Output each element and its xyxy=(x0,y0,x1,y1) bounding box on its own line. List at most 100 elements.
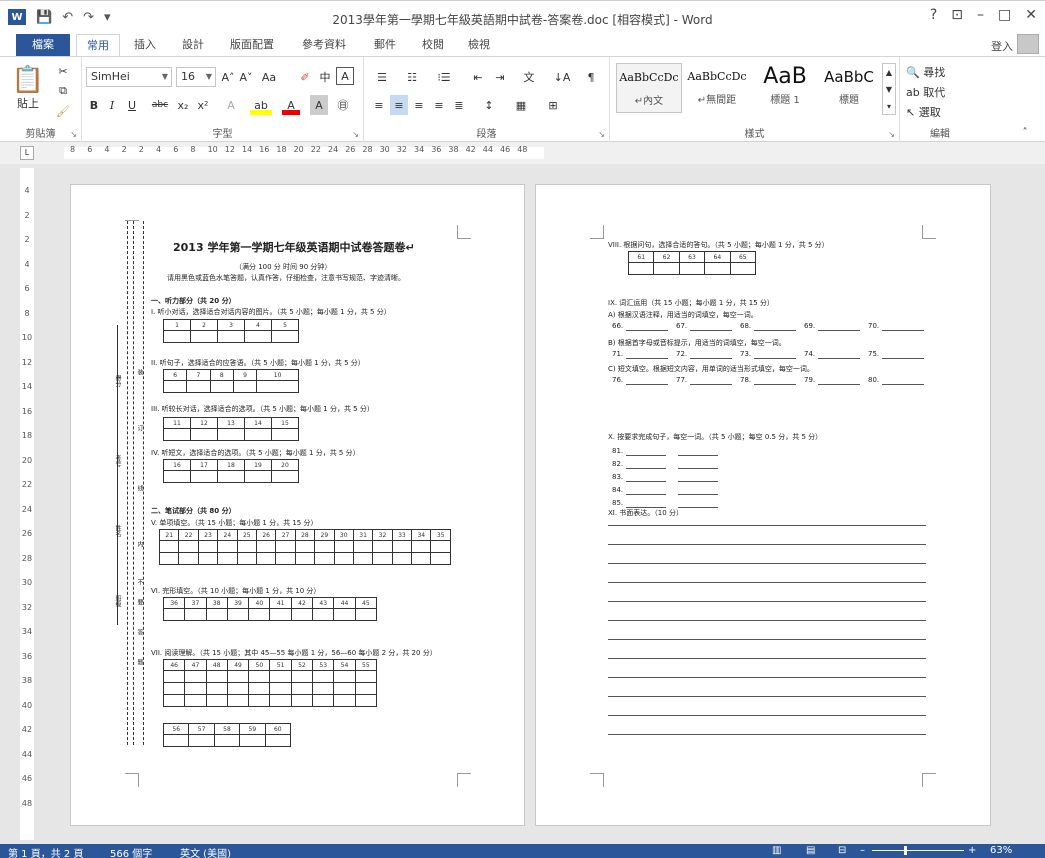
grow-font-button[interactable]: A˄ xyxy=(220,67,236,87)
line-spacing-button[interactable]: ↕ xyxy=(478,95,500,115)
collapse-ribbon-icon[interactable]: ˄ xyxy=(1018,125,1032,139)
answer-cell xyxy=(354,694,378,707)
cut-icon[interactable]: ✂ xyxy=(54,63,72,79)
zoom-in-button[interactable]: + xyxy=(968,845,976,856)
find-button[interactable]: 🔍 尋找 xyxy=(906,63,945,81)
print-layout-icon[interactable]: ▤ xyxy=(806,845,815,856)
asian-layout-button[interactable]: 文 xyxy=(516,67,542,87)
paste-button[interactable]: 📋 貼上 xyxy=(10,61,46,115)
bullets-button[interactable]: ☰ xyxy=(370,67,394,87)
paragraph-launcher-icon[interactable]: ↘ xyxy=(598,130,605,139)
show-marks-button[interactable]: ¶ xyxy=(582,67,600,87)
character-border-button[interactable]: A xyxy=(336,67,354,85)
horizontal-ruler[interactable]: L 8 6 4 2 2 4 6 8 10 12 14 16 18 20 22 24 26 28 30 32 34 36 38… xyxy=(0,142,1045,164)
blank-line xyxy=(626,330,668,331)
subscript-button[interactable]: x₂ xyxy=(174,95,192,115)
question-number-cell: 13 xyxy=(217,417,245,429)
font-color-button[interactable]: A xyxy=(282,95,300,115)
underline-button[interactable]: U xyxy=(124,95,140,115)
align-left-button[interactable]: ≡ xyxy=(370,95,388,115)
style-heading-1-name: 標題 1 xyxy=(770,95,800,106)
avatar[interactable] xyxy=(1017,34,1039,54)
multilevel-list-button[interactable]: ⁝☰ xyxy=(430,67,458,87)
highlight-button[interactable]: ab xyxy=(250,95,272,115)
tab-view[interactable]: 檢視 xyxy=(458,34,500,56)
select-button[interactable]: ↖ 選取 xyxy=(906,103,941,121)
zoom-level[interactable]: 63% xyxy=(990,845,1012,856)
read-mode-icon[interactable]: ▥ xyxy=(772,845,781,856)
text-effects-button[interactable]: A xyxy=(222,95,240,115)
style-title[interactable]: AaBbC 標題 xyxy=(816,63,882,113)
replace-button[interactable]: ab 取代 xyxy=(906,83,945,101)
answer-cell xyxy=(163,428,191,441)
zoom-slider-track[interactable] xyxy=(872,850,964,851)
shrink-font-button[interactable]: A˅ xyxy=(238,67,254,87)
restore-button[interactable]: □ xyxy=(998,7,1011,23)
answer-cell xyxy=(294,540,316,553)
enclosed-characters-button[interactable]: ㊐ xyxy=(334,95,352,115)
borders-button[interactable]: ⊞ xyxy=(542,95,564,115)
sort-button[interactable]: ↓A xyxy=(552,67,572,87)
word-count[interactable]: 566 個字 xyxy=(110,845,152,858)
change-case-button[interactable]: Aa xyxy=(258,67,280,87)
align-center-button[interactable]: ≡ xyxy=(390,95,408,115)
document-page-1[interactable]: 得分 考号 姓名 班级 装 订 线 内 不 要 答 题 2013 学年第一学期七… xyxy=(70,184,525,826)
document-page-2[interactable]: VIII. 根据问句，选择合适的答句。（共 5 小题；每小题 1 分，共 5 分… xyxy=(535,184,991,826)
style-normal[interactable]: AaBbCcDc ↵內文 xyxy=(616,63,682,113)
help-button[interactable]: ? xyxy=(930,7,937,23)
ruler-tick-label: 30 xyxy=(21,578,33,587)
distributed-button[interactable]: ≣ xyxy=(450,95,468,115)
minimize-button[interactable]: – xyxy=(977,7,984,23)
increase-indent-button[interactable]: ⇥ xyxy=(490,67,510,87)
bold-button[interactable]: B xyxy=(86,95,102,115)
copy-icon[interactable]: ⧉ xyxy=(54,83,72,99)
font-size-combo[interactable]: 16 ▼ xyxy=(176,67,216,87)
justify-button[interactable]: ≡ xyxy=(430,95,448,115)
close-button[interactable]: ✕ xyxy=(1025,7,1037,23)
question-number-cell: 10 xyxy=(256,369,299,381)
doc-title: 2013 学年第一学期七年级英语期中试卷答题卷↵ xyxy=(173,241,415,254)
font-launcher-icon[interactable]: ↘ xyxy=(352,130,359,139)
tab-home[interactable]: 常用 xyxy=(76,34,120,56)
ruler-tick-label: 2 xyxy=(121,145,127,154)
tab-layout[interactable]: 版面配置 xyxy=(220,34,284,56)
tab-design[interactable]: 設計 xyxy=(172,34,214,56)
numbering-button[interactable]: ☷ xyxy=(400,67,424,87)
superscript-button[interactable]: x² xyxy=(194,95,212,115)
font-name-combo[interactable]: SimHei ▼ xyxy=(86,67,172,87)
question-number-cell: 12 xyxy=(190,417,218,429)
phonetic-guide-button[interactable]: 中 xyxy=(316,67,334,87)
character-shading-button[interactable]: A xyxy=(310,95,328,115)
style-heading-1[interactable]: AaB 標題 1 xyxy=(752,63,818,113)
strikethrough-button[interactable]: abc xyxy=(148,95,172,115)
answer-cell xyxy=(275,552,296,565)
tab-selector[interactable]: L xyxy=(20,146,34,160)
tab-mailings[interactable]: 郵件 xyxy=(364,34,406,56)
sign-in-link[interactable]: 登入 xyxy=(991,38,1013,54)
page-count[interactable]: 第 1 頁，共 2 頁 xyxy=(8,845,83,858)
ribbon-display-options-button[interactable]: ⊡ xyxy=(951,7,963,23)
tab-insert[interactable]: 插入 xyxy=(124,34,166,56)
zoom-slider-handle[interactable] xyxy=(904,846,907,855)
tab-review[interactable]: 校閱 xyxy=(412,34,454,56)
vertical-ruler[interactable]: 4 2 2 4 6 8 10 12 14 16 18 20 22 24 26 28 30 32 34 36 38 40 42… xyxy=(20,168,34,840)
clipboard-launcher-icon[interactable]: ↘ xyxy=(70,130,77,139)
crop-mark xyxy=(922,773,936,787)
web-layout-icon[interactable]: ⊟ xyxy=(838,845,846,856)
answer-cell xyxy=(184,670,207,683)
shading-button[interactable]: ▦ xyxy=(510,95,532,115)
clear-formatting-button[interactable]: ✐ xyxy=(296,67,314,87)
tab-references[interactable]: 參考資料 xyxy=(292,34,356,56)
format-painter-icon[interactable]: 🖌 xyxy=(54,103,72,119)
styles-gallery-scroll[interactable]: ▲ ▼ ▾ xyxy=(882,63,896,115)
tab-file[interactable]: 檔案 xyxy=(16,34,70,56)
zoom-out-button[interactable]: – xyxy=(860,845,865,856)
language-indicator[interactable]: 英文 (美國) xyxy=(180,845,231,858)
style-no-spacing[interactable]: AaBbCcDc ↵無間距 xyxy=(684,63,750,113)
decrease-indent-button[interactable]: ⇤ xyxy=(468,67,488,87)
italic-button[interactable]: I xyxy=(104,95,120,115)
blank-line xyxy=(626,384,668,385)
styles-launcher-icon[interactable]: ↘ xyxy=(888,130,895,139)
align-right-button[interactable]: ≡ xyxy=(410,95,428,115)
document-workspace[interactable]: 4 2 2 4 6 8 10 12 14 16 18 20 22 24 26 28 30 32 34 36 38 40 42… xyxy=(0,164,1045,844)
